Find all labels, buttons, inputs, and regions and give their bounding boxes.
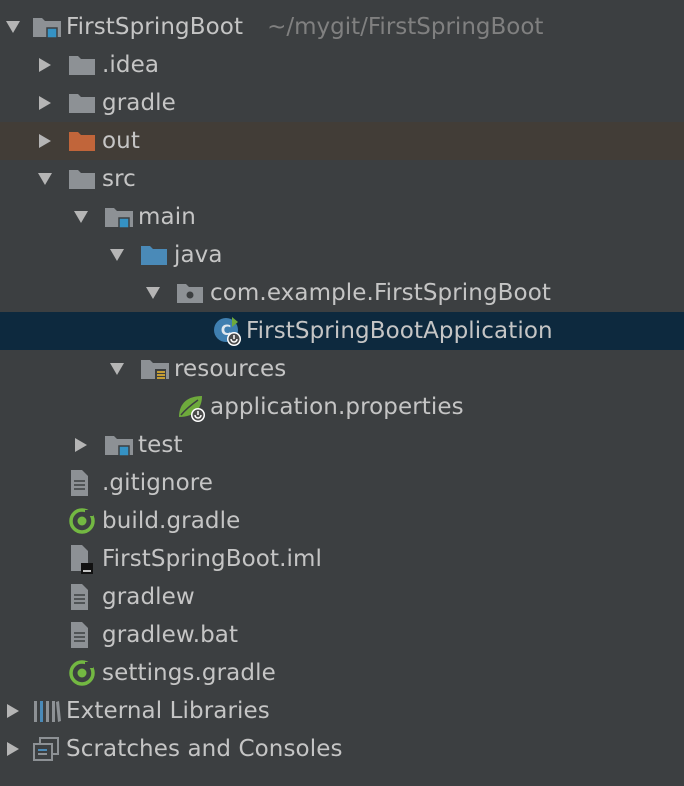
project-tree: FirstSpringBoot ~/mygit/FirstSpringBoot … [0, 0, 684, 786]
module-folder-icon [32, 8, 64, 46]
gradle-icon [68, 502, 100, 540]
tree-row-gitignore[interactable]: .gitignore [0, 464, 684, 502]
excluded-folder-icon [68, 122, 100, 160]
spring-properties-icon [176, 388, 208, 426]
tree-row-external-libraries[interactable]: External Libraries [0, 692, 684, 730]
tree-row-out[interactable]: out [0, 122, 684, 160]
package-icon [176, 274, 208, 312]
chevron-right-icon[interactable] [0, 692, 26, 730]
folder-icon [68, 160, 100, 198]
tree-row-java[interactable]: java [0, 236, 684, 274]
scratches-icon [32, 730, 64, 768]
library-icon [32, 692, 64, 730]
tree-row-src[interactable]: src [0, 160, 684, 198]
tree-label: FirstSpringBootApplication [246, 318, 553, 344]
tree-row-app-class[interactable]: C FirstSpringBootApplication [0, 312, 684, 350]
chevron-down-icon[interactable] [0, 8, 26, 46]
tree-label: src [102, 166, 136, 192]
tree-label: Scratches and Consoles [66, 736, 343, 762]
chevron-down-icon[interactable] [104, 236, 130, 274]
tree-label: gradlew.bat [102, 622, 239, 648]
tree-row-gradle-dir[interactable]: gradle [0, 84, 684, 122]
module-file-icon [68, 540, 100, 578]
tree-label: test [138, 432, 183, 458]
tree-row-gradlew-bat[interactable]: gradlew.bat [0, 616, 684, 654]
module-folder-icon [104, 198, 136, 236]
tree-row-main[interactable]: main [0, 198, 684, 236]
tree-row-settings-gradle[interactable]: settings.gradle [0, 654, 684, 692]
chevron-right-icon[interactable] [32, 122, 58, 160]
tree-row-idea[interactable]: .idea [0, 46, 684, 84]
tree-row-test[interactable]: test [0, 426, 684, 464]
chevron-right-icon[interactable] [32, 84, 58, 122]
tree-row-app-properties[interactable]: application.properties [0, 388, 684, 426]
chevron-right-icon[interactable] [68, 426, 94, 464]
tree-label: FirstSpringBoot.iml [102, 546, 322, 572]
tree-row-package[interactable]: com.example.FirstSpringBoot [0, 274, 684, 312]
tree-label: .gitignore [102, 470, 214, 496]
folder-icon [68, 46, 100, 84]
chevron-right-icon[interactable] [32, 46, 58, 84]
tree-row-scratches[interactable]: Scratches and Consoles [0, 730, 684, 768]
tree-label: External Libraries [66, 698, 270, 724]
chevron-down-icon[interactable] [140, 274, 166, 312]
chevron-down-icon[interactable] [32, 160, 58, 198]
text-file-icon [68, 464, 100, 502]
chevron-down-icon[interactable] [68, 198, 94, 236]
tree-label: build.gradle [102, 508, 241, 534]
tree-label: out [102, 128, 140, 154]
tree-label: main [138, 204, 196, 230]
tree-row-build-gradle[interactable]: build.gradle [0, 502, 684, 540]
tree-label: java [174, 242, 223, 268]
chevron-right-icon[interactable] [0, 730, 26, 768]
module-folder-icon [104, 426, 136, 464]
chevron-down-icon[interactable] [104, 350, 130, 388]
text-file-icon [68, 578, 100, 616]
source-folder-icon [140, 236, 172, 274]
tree-label: .idea [102, 52, 160, 78]
tree-label: com.example.FirstSpringBoot [210, 280, 552, 306]
resources-folder-icon [140, 350, 172, 388]
folder-icon [68, 84, 100, 122]
tree-row-root[interactable]: FirstSpringBoot ~/mygit/FirstSpringBoot [0, 8, 684, 46]
tree-label: settings.gradle [102, 660, 276, 686]
tree-row-gradlew[interactable]: gradlew [0, 578, 684, 616]
tree-label: gradlew [102, 584, 195, 610]
gradle-icon [68, 654, 100, 692]
tree-label: resources [174, 356, 287, 382]
text-file-icon [68, 616, 100, 654]
project-name: FirstSpringBoot [66, 14, 244, 40]
tree-label: application.properties [210, 394, 464, 420]
tree-label: gradle [102, 90, 176, 116]
project-path: ~/mygit/FirstSpringBoot [267, 14, 544, 40]
spring-boot-class-icon: C [212, 312, 244, 350]
tree-row-iml[interactable]: FirstSpringBoot.iml [0, 540, 684, 578]
tree-row-resources[interactable]: resources [0, 350, 684, 388]
